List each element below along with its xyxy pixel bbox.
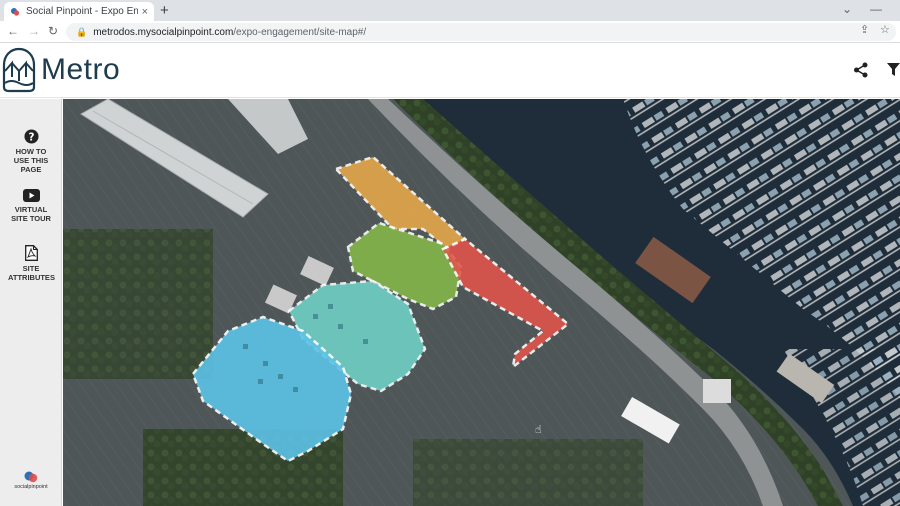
aerial-map-image[interactable]: ☝: [63, 99, 900, 506]
browser-toolbar: ← → ↻ 🔒 metrodos.mysocialpinpoint.com/ex…: [0, 21, 900, 43]
url-text: metrodos.mysocialpinpoint.com/expo-engag…: [93, 27, 366, 38]
reload-icon[interactable]: ↻: [48, 24, 58, 38]
share-icon[interactable]: [853, 62, 869, 78]
back-arrow-icon[interactable]: ←: [7, 24, 19, 38]
new-tab-icon[interactable]: +: [160, 3, 169, 18]
site-map[interactable]: ☝: [63, 99, 900, 506]
filter-icon[interactable]: [887, 63, 900, 77]
social-pinpoint-logo[interactable]: socialpinpoint: [10, 471, 52, 490]
social-pinpoint-logo-icon: [24, 471, 38, 483]
browser-tab[interactable]: Social Pinpoint - Expo Engageme ×: [4, 2, 154, 21]
social-pinpoint-favicon-icon: [11, 7, 20, 16]
tree-cluster-southeast: [413, 439, 643, 506]
small-building: [703, 379, 731, 403]
tools-sidebar: ? HOW TO USE THIS PAGE VIRTUAL SITE TOUR…: [0, 99, 62, 506]
lock-icon: 🔒: [76, 26, 88, 37]
address-bar[interactable]: 🔒 metrodos.mysocialpinpoint.com/expo-eng…: [66, 23, 896, 41]
share-page-icon[interactable]: ⇪: [860, 23, 869, 36]
social-pinpoint-wordmark: socialpinpoint: [14, 484, 48, 490]
tab-search-chevron-icon[interactable]: ⌄: [842, 2, 852, 16]
sidebar-item-how-to-use[interactable]: ? HOW TO USE THIS PAGE: [0, 129, 62, 174]
url-path: /expo-engagement/site-map#/: [233, 26, 367, 38]
sidebar-item-label: SITE ATTRIBUTES: [8, 264, 55, 282]
sidebar-item-site-attributes[interactable]: SITE ATTRIBUTES: [0, 245, 62, 282]
svg-text:?: ?: [28, 131, 34, 143]
url-host: metrodos.mysocialpinpoint.com: [93, 26, 234, 38]
help-circle-icon: ?: [23, 129, 39, 144]
sidebar-item-virtual-tour[interactable]: VIRTUAL SITE TOUR: [0, 189, 62, 223]
window-minimize-icon[interactable]: —: [870, 2, 882, 16]
metro-logo-icon[interactable]: [2, 47, 36, 93]
bookmark-star-icon[interactable]: ☆: [880, 23, 890, 36]
tab-close-icon[interactable]: ×: [142, 6, 148, 18]
tree-cluster-west: [63, 229, 213, 379]
hand-cursor-icon: ☝: [535, 423, 542, 436]
app-header: Metro: [0, 43, 900, 98]
brand-name: Metro: [41, 53, 121, 86]
sidebar-item-label: VIRTUAL SITE TOUR: [11, 205, 51, 223]
pdf-document-icon: [24, 245, 38, 261]
video-play-icon: [22, 189, 40, 202]
forward-arrow-icon[interactable]: →: [28, 24, 40, 38]
tab-title: Social Pinpoint - Expo Engageme: [26, 6, 138, 17]
sidebar-item-label: HOW TO USE THIS PAGE: [13, 147, 49, 174]
browser-tab-strip: Social Pinpoint - Expo Engageme × + ⌄ —: [0, 0, 900, 21]
